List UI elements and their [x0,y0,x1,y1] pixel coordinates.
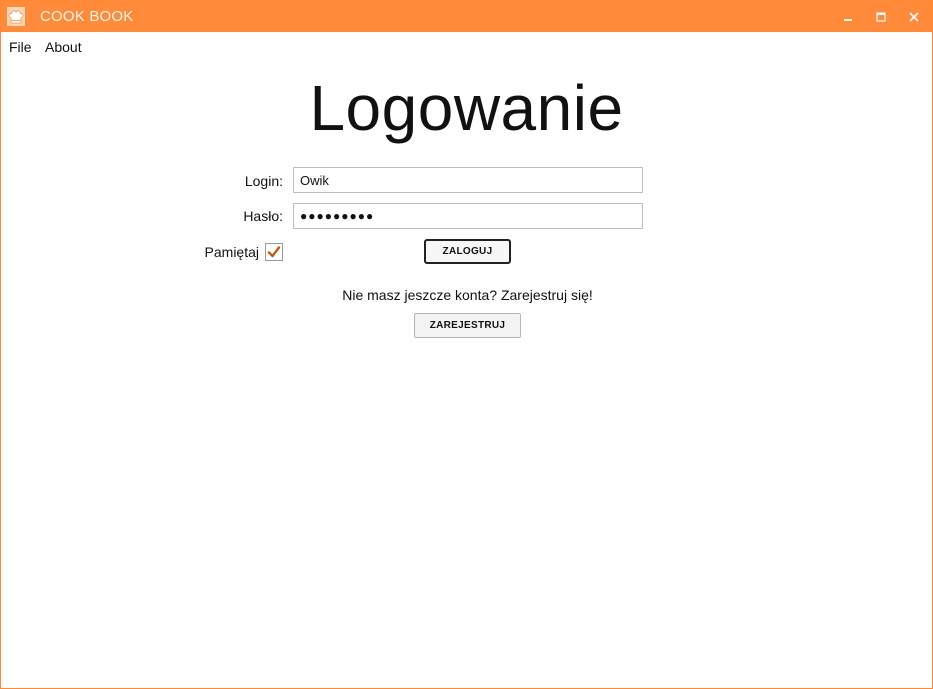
login-input-value: Owik [300,172,329,188]
login-label: Login: [244,173,283,189]
chef-hat-icon [7,7,25,26]
login-button[interactable]: ZALOGUJ [424,239,511,264]
close-icon[interactable] [898,1,930,32]
login-input[interactable]: Owik [293,167,643,193]
app-window: COOK BOOK File About Logowanie Login: Ow… [0,0,933,689]
window-title: COOK BOOK [40,8,134,25]
remember-checkbox[interactable] [265,243,283,261]
remember-label: Pamiętaj [204,244,259,260]
maximize-icon[interactable] [865,1,897,32]
password-label: Hasło: [243,208,283,224]
title-bar[interactable]: COOK BOOK [1,1,932,32]
password-input-value: ●●●●●●●●● [300,209,375,223]
password-input[interactable]: ●●●●●●●●● [293,203,643,229]
register-prompt: Nie masz jeszcze konta? Zarejestruj się! [342,287,593,303]
menu-about[interactable]: About [45,39,82,55]
register-button[interactable]: ZAREJESTRUJ [414,313,521,338]
minimize-icon[interactable] [832,1,864,32]
menu-file[interactable]: File [9,39,32,55]
checkmark-icon [266,246,282,264]
menu-bar: File About [1,32,932,60]
page-title: Logowanie [309,72,624,144]
